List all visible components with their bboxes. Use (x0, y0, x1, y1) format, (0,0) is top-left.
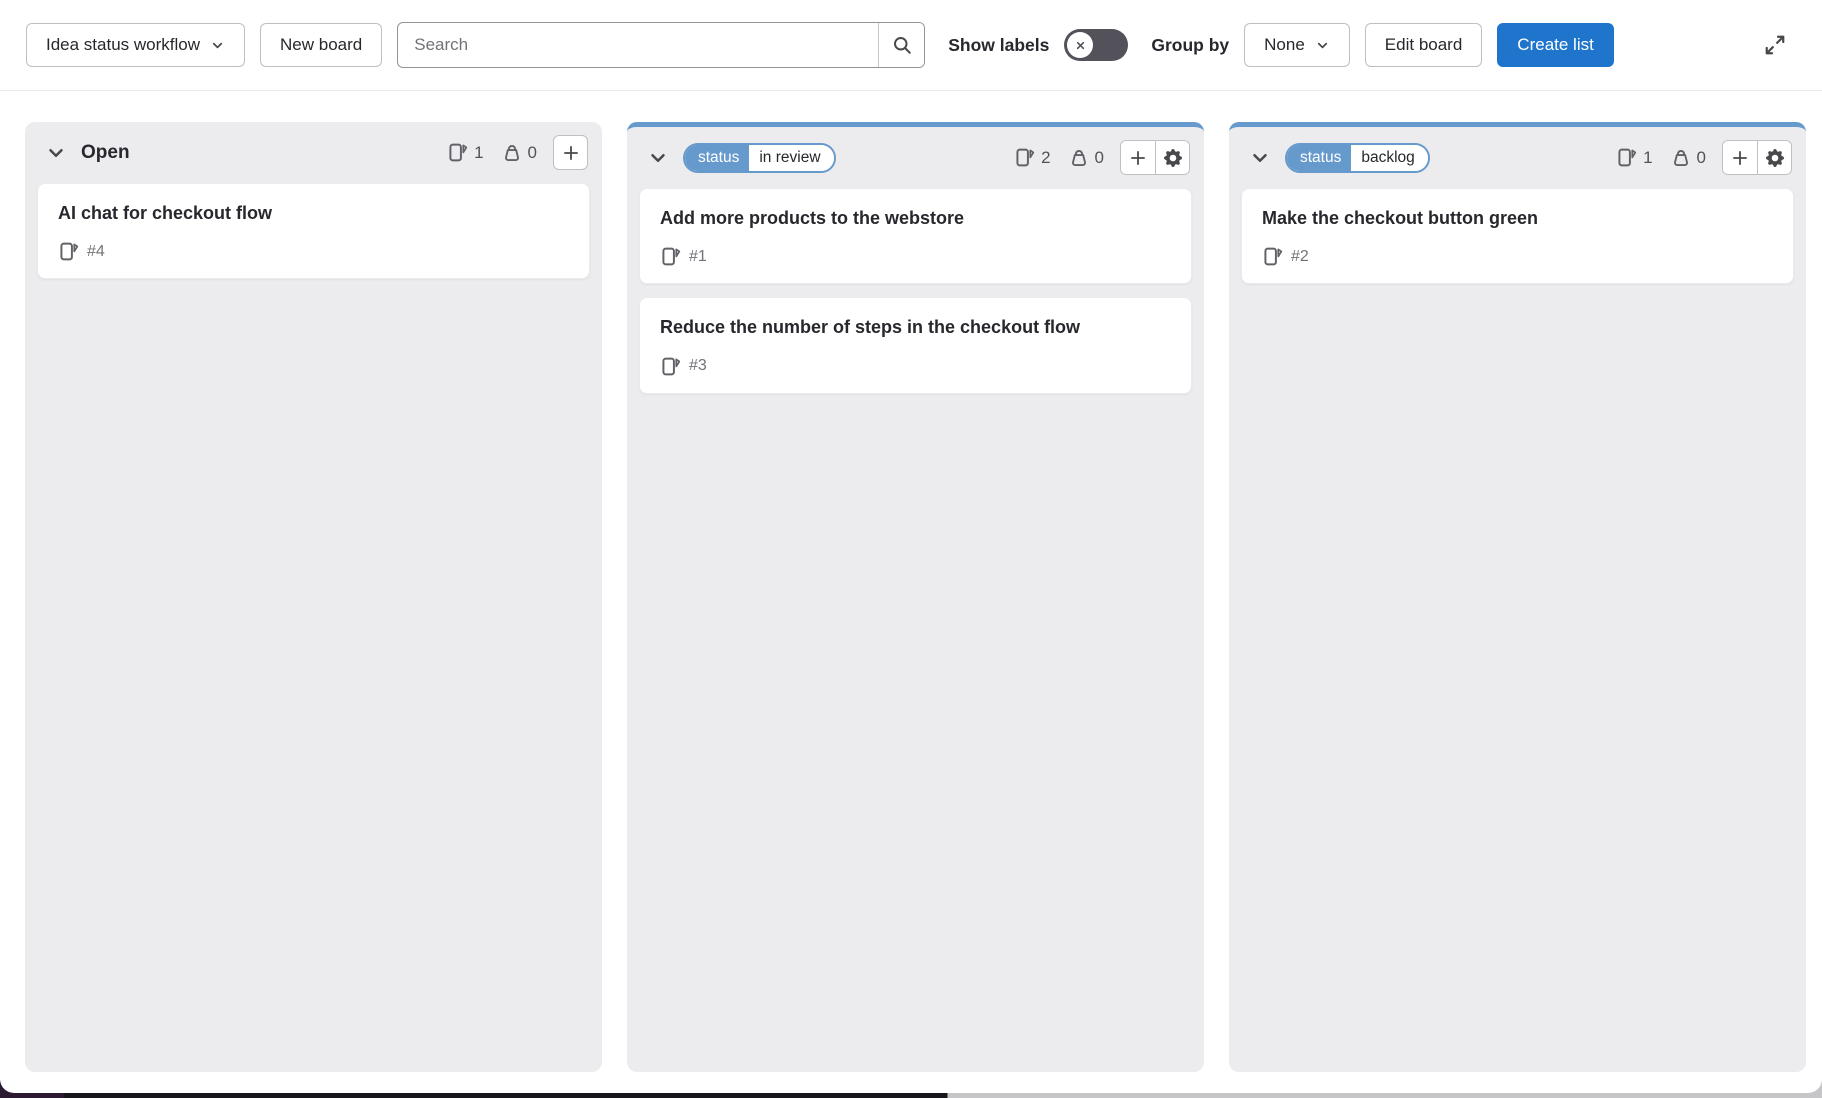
collapse-column-button[interactable] (1247, 145, 1273, 171)
search-button[interactable] (878, 23, 924, 67)
show-labels-toggle[interactable] (1064, 29, 1128, 61)
issue-meta: #3 (660, 356, 1171, 377)
add-issue-button[interactable] (1121, 141, 1155, 174)
issue-title[interactable]: Add more products to the webstore (660, 207, 1130, 230)
label-scope: status (1287, 145, 1351, 171)
toggle-knob (1067, 32, 1093, 58)
issue-id: #3 (689, 357, 707, 375)
column-header: status in review 2 0 (627, 127, 1204, 176)
x-icon (1073, 38, 1088, 53)
label-value: backlog (1351, 145, 1427, 171)
show-labels-label: Show labels (948, 35, 1049, 56)
plus-icon (562, 144, 580, 162)
issue-count: 1 (1616, 147, 1652, 168)
issue-card[interactable]: Make the checkout button green #2 (1241, 188, 1794, 284)
chevron-down-icon (1249, 147, 1271, 169)
board-columns: Open 1 0 AI chat for checkout flow (0, 91, 1822, 1072)
issue-id: #4 (87, 243, 105, 261)
group-by-dropdown[interactable]: None (1244, 23, 1350, 67)
issue-meta: #1 (660, 246, 1171, 267)
collapse-column-button[interactable] (43, 140, 69, 166)
issue-title[interactable]: Make the checkout button green (1262, 207, 1732, 230)
issue-icon (1616, 147, 1637, 168)
issue-id: #1 (689, 248, 707, 266)
gear-icon (1766, 149, 1784, 167)
column-title: Open (81, 142, 130, 164)
chevron-down-icon (1315, 38, 1330, 53)
edit-board-button[interactable]: Edit board (1365, 23, 1483, 67)
new-board-button[interactable]: New board (260, 23, 382, 67)
issue-icon (1262, 246, 1283, 267)
issue-title[interactable]: AI chat for checkout flow (58, 202, 528, 225)
weight-icon (502, 143, 522, 163)
scoped-label: status backlog (1285, 143, 1430, 173)
group-by-label: Group by (1151, 35, 1229, 56)
label-value: in review (749, 145, 833, 171)
chevron-down-icon (210, 38, 225, 53)
label-scope: status (685, 145, 749, 171)
chevron-down-icon (647, 147, 669, 169)
weight-count: 0 (1069, 148, 1104, 168)
search-input[interactable] (398, 23, 878, 67)
plus-icon (1129, 149, 1147, 167)
search-icon (892, 35, 912, 55)
issue-title[interactable]: Reduce the number of steps in the checko… (660, 316, 1130, 339)
board-column-backlog: status backlog 1 0 (1229, 122, 1806, 1072)
issue-icon (1014, 147, 1035, 168)
list-settings-button[interactable] (1757, 141, 1791, 174)
issue-count: 1 (447, 142, 483, 163)
issue-count: 2 (1014, 147, 1050, 168)
issue-card[interactable]: Reduce the number of steps in the checko… (639, 297, 1192, 393)
card-list: Make the checkout button green #2 (1229, 176, 1806, 284)
issue-meta: #2 (1262, 246, 1773, 267)
create-list-button[interactable]: Create list (1497, 23, 1614, 67)
issue-card[interactable]: Add more products to the webstore #1 (639, 188, 1192, 284)
column-header: Open 1 0 (25, 122, 602, 171)
group-by-value: None (1264, 35, 1305, 55)
column-actions (1722, 140, 1792, 175)
column-actions (1120, 140, 1190, 175)
issue-id: #2 (1291, 248, 1309, 266)
chevron-down-icon (45, 142, 67, 164)
weight-icon (1069, 148, 1089, 168)
weight-icon (1671, 148, 1691, 168)
issue-board-app: Idea status workflow New board Show labe… (0, 0, 1822, 1093)
issue-meta: #4 (58, 241, 569, 262)
fullscreen-board-button[interactable] (1754, 24, 1796, 66)
issue-icon (660, 246, 681, 267)
card-list: AI chat for checkout flow #4 (25, 171, 602, 279)
list-settings-button[interactable] (1155, 141, 1189, 174)
add-issue-button[interactable] (553, 135, 588, 170)
expand-icon (1764, 34, 1786, 56)
column-header: status backlog 1 0 (1229, 127, 1806, 176)
card-list: Add more products to the webstore #1 Red… (627, 176, 1204, 394)
gear-icon (1164, 149, 1182, 167)
issue-icon (660, 356, 681, 377)
board-toolbar: Idea status workflow New board Show labe… (0, 0, 1822, 91)
board-column-open: Open 1 0 AI chat for checkout flow (25, 122, 602, 1072)
issue-icon (58, 241, 79, 262)
add-issue-button[interactable] (1723, 141, 1757, 174)
weight-count: 0 (502, 143, 537, 163)
collapse-column-button[interactable] (645, 145, 671, 171)
scoped-label: status in review (683, 143, 836, 173)
weight-count: 0 (1671, 148, 1706, 168)
board-switcher-label: Idea status workflow (46, 35, 200, 55)
issue-icon (447, 142, 468, 163)
search-box (397, 22, 925, 68)
plus-icon (1731, 149, 1749, 167)
board-column-in-review: status in review 2 0 (627, 122, 1204, 1072)
issue-card[interactable]: AI chat for checkout flow #4 (37, 183, 590, 279)
board-switcher-dropdown[interactable]: Idea status workflow (26, 23, 245, 67)
